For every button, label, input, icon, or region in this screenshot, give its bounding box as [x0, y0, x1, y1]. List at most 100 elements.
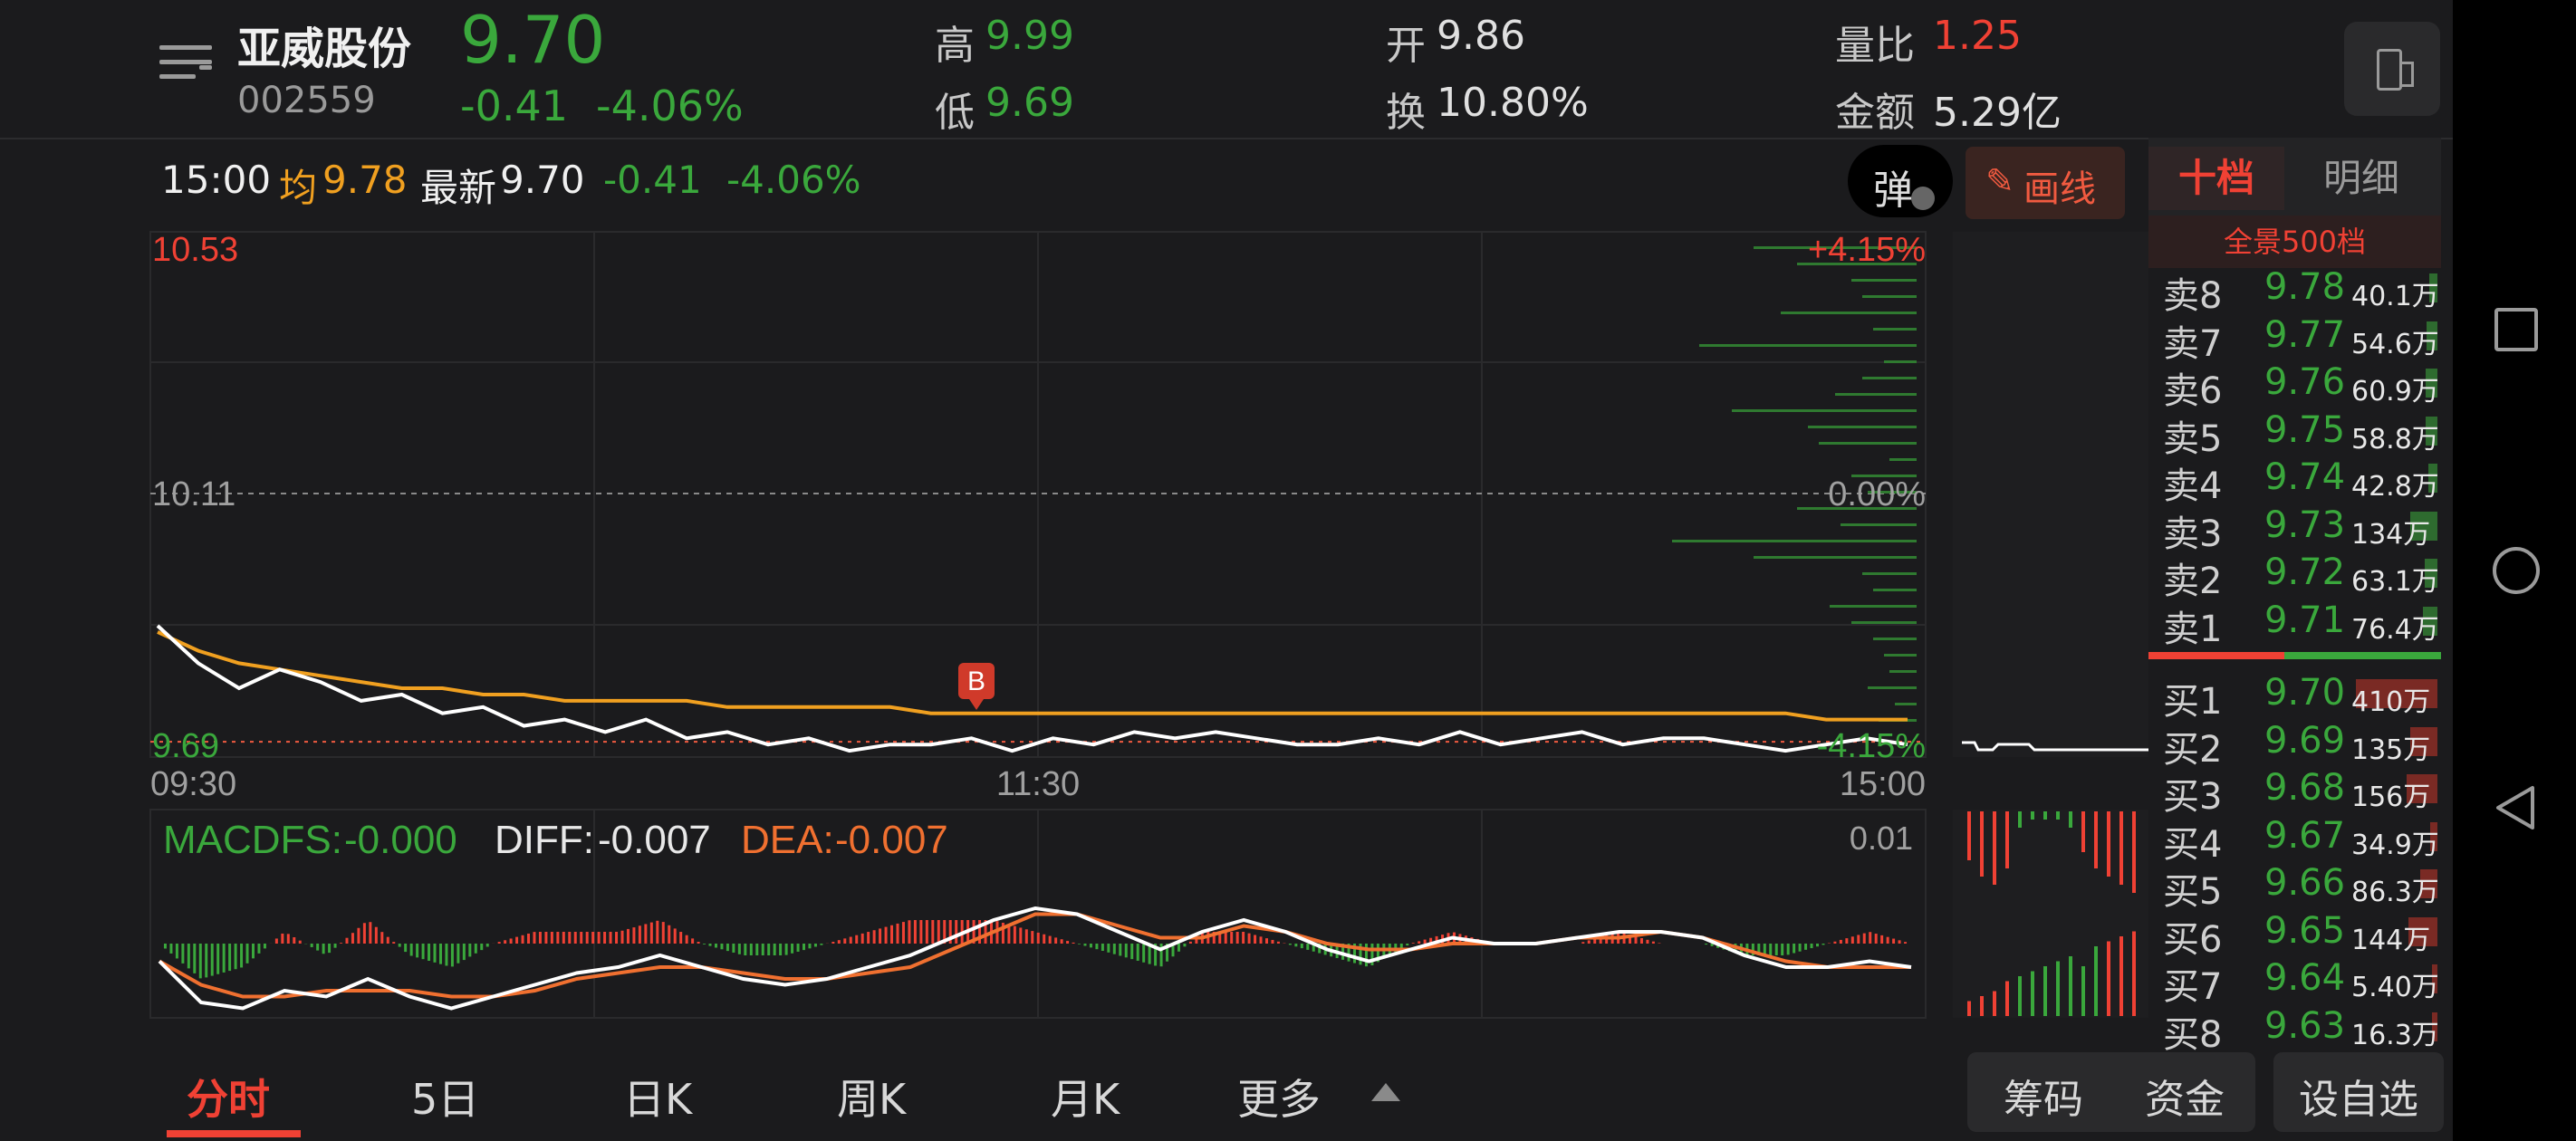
ask-volume: 58.8万: [2351, 423, 2439, 455]
bid-row[interactable]: 买4 9.67 34.9万: [2148, 814, 2441, 866]
bid-price: 9.66: [2264, 862, 2346, 904]
ask-price: 9.78: [2264, 266, 2346, 308]
ask-row[interactable]: 卖3 9.73 134万: [2148, 503, 2441, 555]
tab-weekly-k[interactable]: 周K: [837, 1067, 906, 1127]
bid-price: 9.69: [2264, 719, 2346, 762]
back-icon[interactable]: [2493, 784, 2536, 831]
bid-row[interactable]: 买3 9.68 156万: [2148, 767, 2441, 818]
tab-details[interactable]: 明细: [2293, 147, 2429, 210]
ask-label: 卖2: [2163, 561, 2223, 602]
mini-bar: [2132, 931, 2136, 1016]
chips-funds-group: 筹码 资金: [1967, 1052, 2255, 1132]
depth-bar: [1851, 279, 1917, 282]
ask-row[interactable]: 卖4 9.74 42.8万: [2148, 456, 2441, 507]
bid-row[interactable]: 买1 9.70 410万: [2148, 672, 2441, 723]
mini-bar: [1980, 811, 1984, 877]
ask-price: 9.74: [2264, 456, 2346, 498]
ask-label: 卖3: [2163, 513, 2223, 555]
ask-row[interactable]: 卖1 9.71 76.4万: [2148, 599, 2441, 650]
macd-value: -0.000: [344, 818, 457, 862]
depth-bar: [1862, 572, 1917, 575]
bid-price: 9.67: [2264, 814, 2346, 857]
mini-bar: [2056, 811, 2060, 820]
depth-bar: [1895, 703, 1917, 705]
depth-bar: [1819, 442, 1917, 445]
full-depth-link[interactable]: 全景500档: [2148, 216, 2441, 268]
mini-bar: [2094, 811, 2098, 868]
ask-price: 9.71: [2264, 599, 2346, 641]
bid-row[interactable]: 买7 9.64 5.40万: [2148, 957, 2441, 1008]
ask-label: 卖1: [2163, 608, 2223, 650]
mini-bar: [2043, 811, 2047, 820]
tab-daily-k[interactable]: 日K: [623, 1067, 692, 1127]
macd-label: MACDFS:: [163, 818, 342, 862]
bid-ask-ratio-bar: [2148, 652, 2284, 659]
bid-row[interactable]: 买2 9.69 135万: [2148, 719, 2441, 771]
bid-label: 买2: [2163, 728, 2223, 771]
depth-bar: [1851, 621, 1917, 624]
price-axis-top: 10.53: [152, 231, 238, 269]
tab-more[interactable]: 更多: [1237, 1067, 1321, 1127]
tab-intraday[interactable]: 分时: [187, 1067, 270, 1127]
mini-bar: [2119, 936, 2123, 1016]
depth-bar: [1889, 670, 1917, 673]
pct-axis-mid: 0.00%: [1828, 475, 1926, 513]
tab-5day[interactable]: 5日: [411, 1067, 479, 1127]
bid-volume: 34.9万: [2351, 829, 2439, 861]
mini-bar: [2081, 966, 2085, 1016]
bid-volume: 86.3万: [2351, 877, 2439, 908]
ask-price: 9.72: [2264, 551, 2346, 593]
ask-row[interactable]: 卖6 9.76 60.9万: [2148, 361, 2441, 412]
ask-volume: 60.9万: [2351, 376, 2439, 408]
depth-bar: [1808, 426, 1917, 428]
chart-area[interactable]: B 10.53 10.11 9.69 +4.15% 0.00% -4.15% 0…: [0, 0, 2453, 1041]
ask-label: 卖6: [2163, 370, 2223, 412]
mini-bar: [2005, 811, 2009, 868]
ask-row[interactable]: 卖7 9.77 54.6万: [2148, 313, 2441, 365]
bid-price: 9.65: [2264, 909, 2346, 952]
ask-volume: 54.6万: [2351, 328, 2439, 360]
bid-price: 9.64: [2264, 957, 2346, 999]
funds-button[interactable]: 资金: [2145, 1067, 2225, 1125]
ask-row[interactable]: 卖2 9.72 63.1万: [2148, 551, 2441, 602]
mini-bar: [2018, 811, 2022, 828]
diff-label: DIFF:: [495, 818, 594, 862]
caret-up-icon[interactable]: [1371, 1083, 1400, 1101]
mini-bar: [1980, 996, 1984, 1016]
bid-price: 9.70: [2264, 672, 2346, 714]
mini-bar: [2094, 946, 2098, 1016]
mini-bar: [2132, 811, 2136, 893]
bid-label: 买6: [2163, 918, 2223, 961]
bid-row[interactable]: 买5 9.66 86.3万: [2148, 862, 2441, 913]
mini-bar: [2005, 981, 2009, 1016]
depth-bar: [1862, 295, 1917, 298]
ask-price: 9.73: [2264, 503, 2346, 546]
depth-bar: [1889, 458, 1917, 461]
ask-row[interactable]: 卖5 9.75 58.8万: [2148, 408, 2441, 460]
ask-price: 9.75: [2264, 408, 2346, 451]
mini-bar: [2056, 961, 2060, 1016]
add-watchlist-button[interactable]: 设自选: [2273, 1052, 2444, 1132]
tab-monthly-k[interactable]: 月K: [1051, 1067, 1120, 1127]
avg-price-line: [157, 630, 1908, 722]
active-tab-indicator: [167, 1130, 301, 1137]
recents-icon[interactable]: [2494, 308, 2538, 351]
mini-bar: [2031, 971, 2034, 1016]
mini-bar: [1967, 1001, 1971, 1016]
ask-label: 卖5: [2163, 417, 2223, 460]
chips-button[interactable]: 筹码: [2004, 1067, 2083, 1125]
ask-price: 9.77: [2264, 313, 2346, 356]
dea-label: DEA:: [741, 818, 834, 862]
bid-label: 买5: [2163, 871, 2223, 913]
ask-volume: 76.4万: [2351, 613, 2439, 646]
ask-label: 卖8: [2163, 275, 2223, 317]
ask-row[interactable]: 卖8 9.78 40.1万: [2148, 266, 2441, 317]
buy-marker[interactable]: B: [958, 663, 995, 710]
bid-row[interactable]: 买6 9.65 144万: [2148, 909, 2441, 961]
home-icon[interactable]: [2493, 547, 2540, 594]
tab-ten-levels[interactable]: 十档: [2148, 147, 2284, 210]
depth-bar: [1884, 654, 1917, 657]
stock-app: 亚威股份 002559 9.70 -0.41 -4.06% 高 9.99 低 9…: [0, 0, 2453, 1141]
time-tick-mid: 11:30: [996, 765, 1080, 803]
diff-value: -0.007: [598, 818, 711, 862]
